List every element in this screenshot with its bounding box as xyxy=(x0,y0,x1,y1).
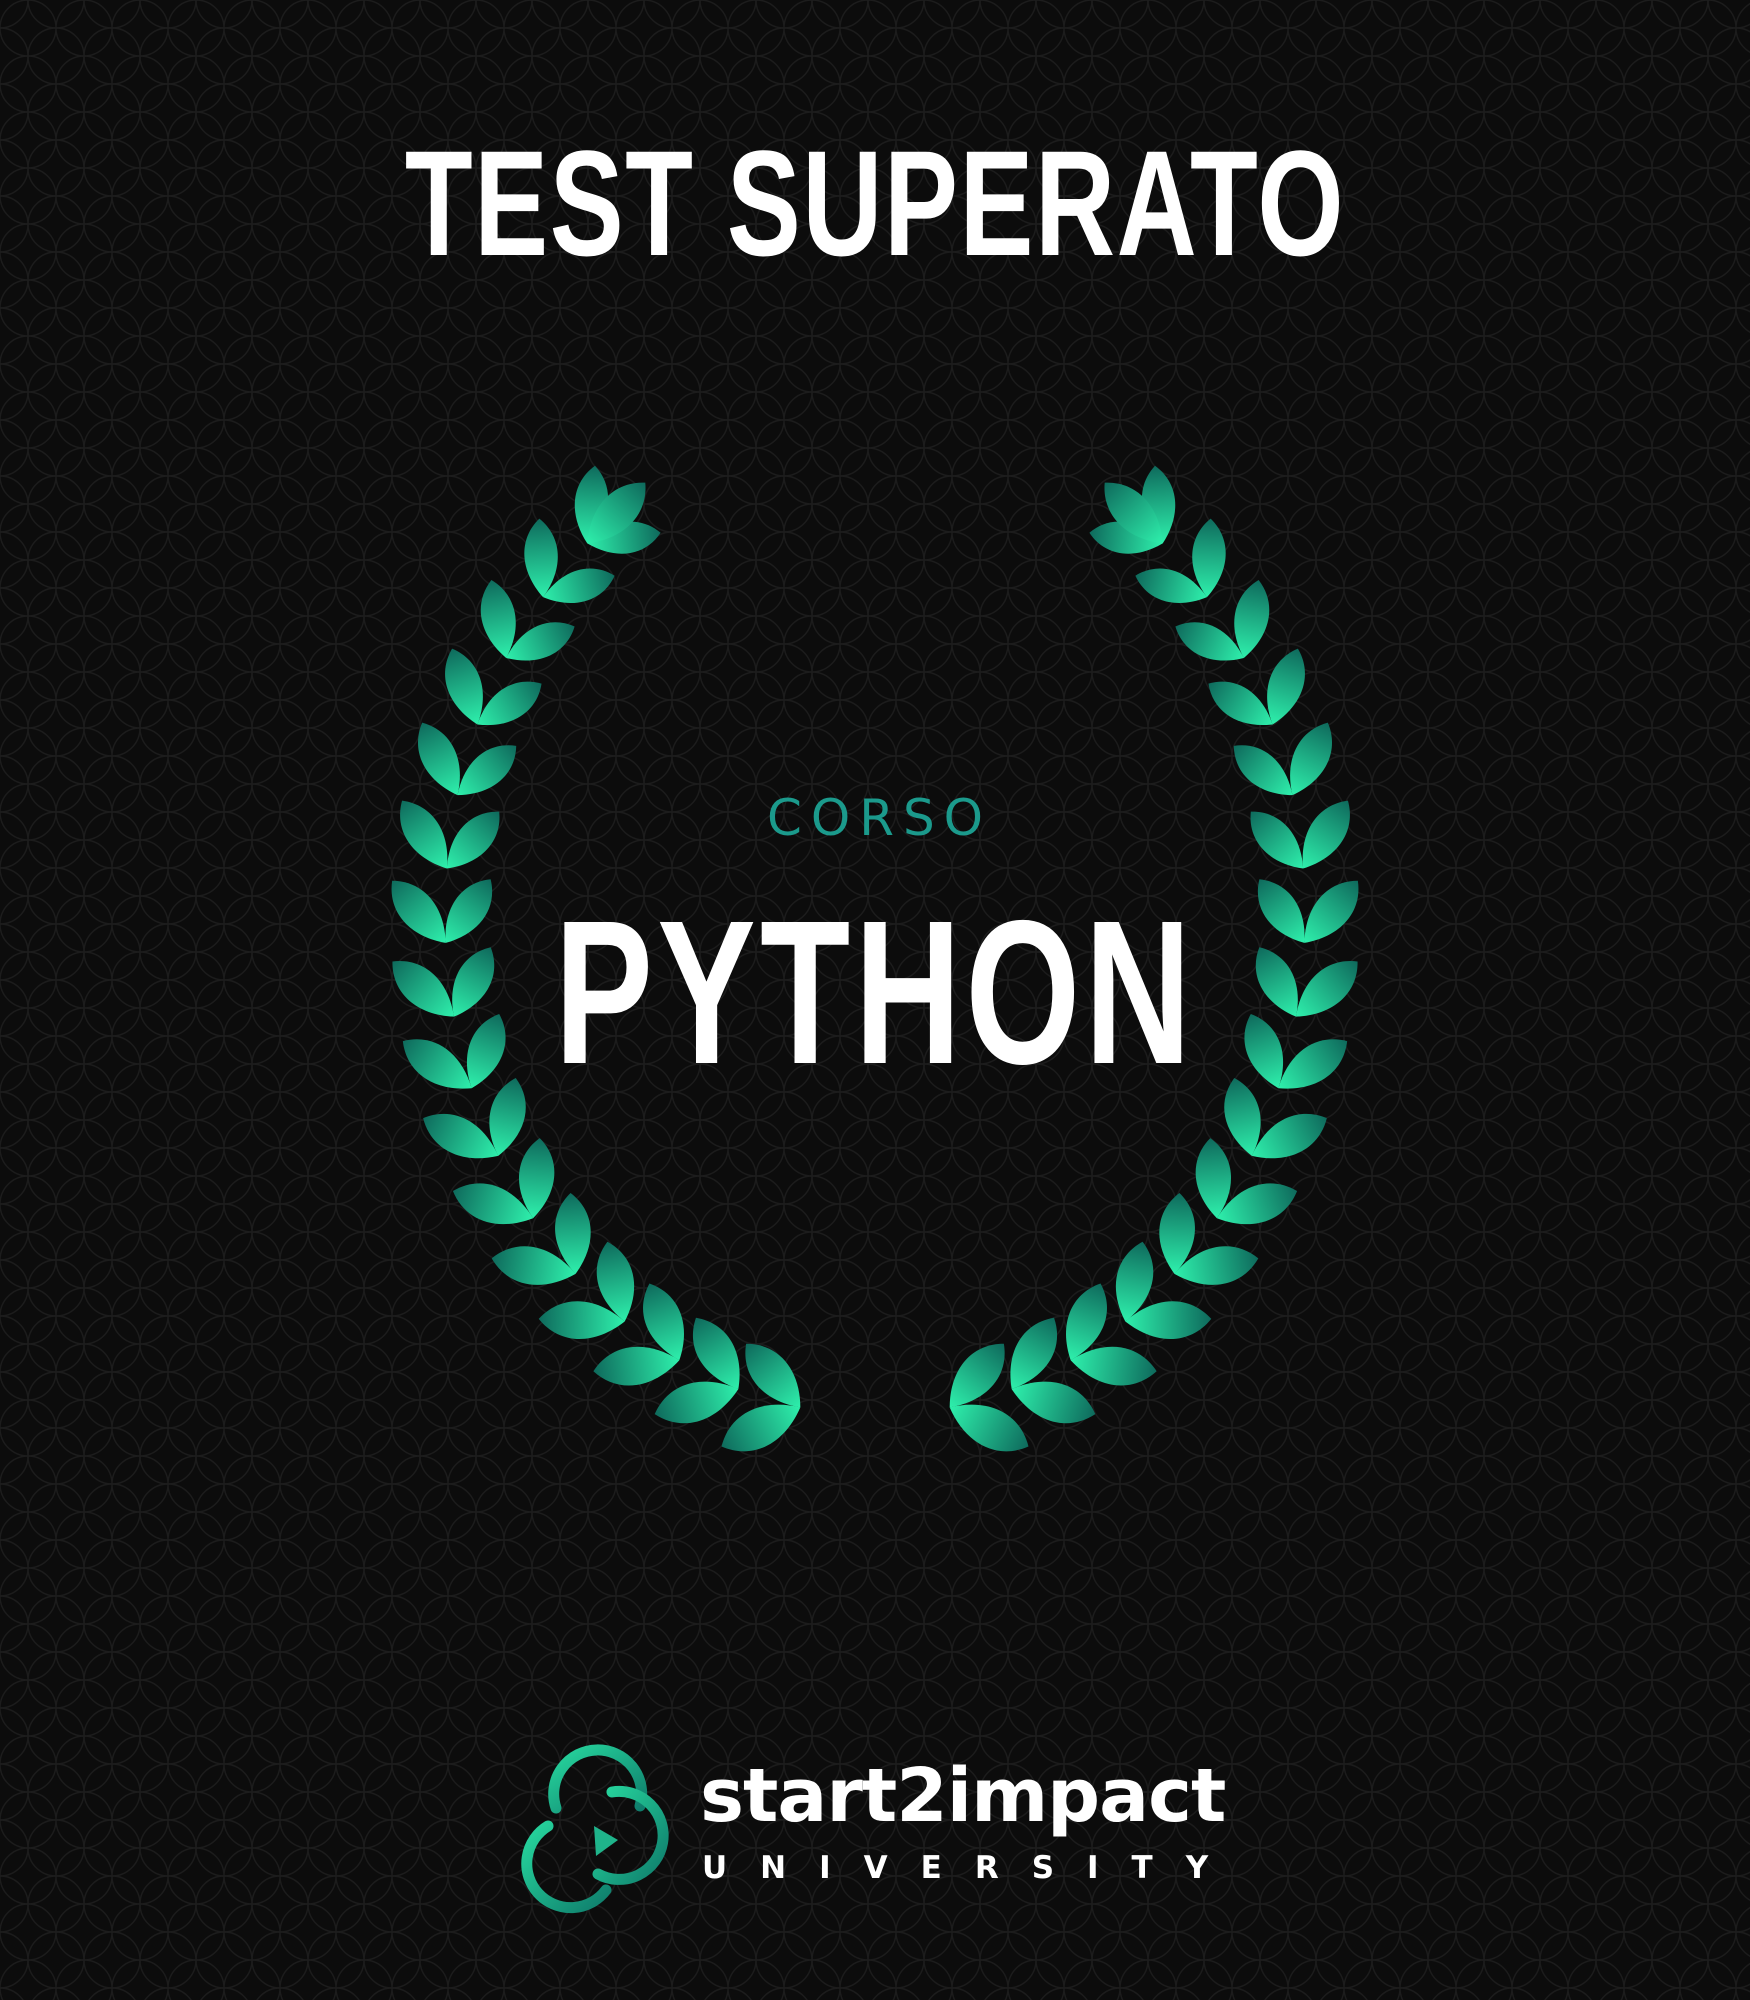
certificate-poster: TEST SUPERATO CORSO PYTHON start2impact … xyxy=(0,0,1750,2000)
logo-rings-icon xyxy=(521,1744,669,1914)
brand-name: start2impact xyxy=(700,1753,1226,1839)
brand-subtitle: UNIVERSITY xyxy=(702,1850,1242,1886)
